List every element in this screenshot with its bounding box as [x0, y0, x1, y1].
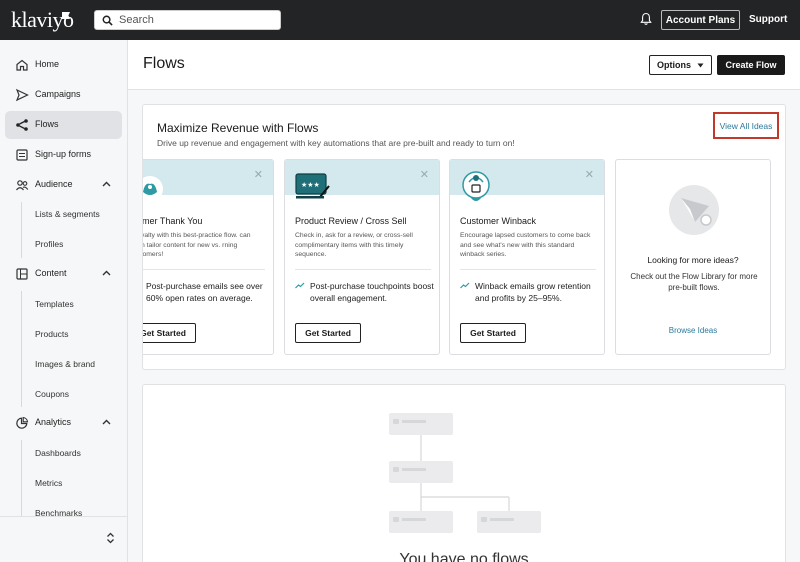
get-started-button[interactable]: Get Started — [460, 323, 526, 343]
sidebar-item-signup-forms[interactable]: Sign-up forms — [5, 141, 122, 169]
get-started-button[interactable]: Get Started — [295, 323, 361, 343]
get-started-button[interactable]: Get Started — [143, 323, 196, 343]
card-divider — [295, 269, 431, 270]
sidebar: Home Campaigns Flows Sign-up forms Audie… — [0, 40, 128, 562]
card-description: Check in, ask for a review, or cross-sel… — [295, 232, 413, 258]
sidebar-subitem-lists-segments[interactable]: Lists & segments — [35, 209, 100, 219]
svg-text:★★★: ★★★ — [301, 181, 320, 189]
view-all-ideas-link[interactable]: View All Ideas — [713, 112, 779, 139]
thank-you-icon — [143, 176, 163, 202]
create-flow-button[interactable]: Create Flow — [717, 55, 785, 75]
ideas-subtitle: Drive up revenue and engagement with key… — [157, 138, 515, 148]
sidebar-item-label: Content — [35, 268, 67, 278]
sidebar-item-label: Analytics — [35, 417, 72, 427]
sidebar-item-flows[interactable]: Flows — [5, 111, 122, 139]
card-title: Customer Winback — [460, 216, 537, 226]
bell-icon[interactable] — [640, 12, 652, 26]
chevron-up-icon[interactable] — [102, 270, 111, 276]
winback-icon — [462, 171, 490, 201]
page-title: Flows — [143, 55, 185, 72]
top-bar: klaviyo Account Plans Support — [0, 0, 800, 40]
more-ideas-description: Check out the Flow Library for more pre-… — [630, 272, 758, 292]
sidebar-item-audience[interactable]: Audience — [5, 171, 122, 199]
card-title: stomer Thank You — [142, 216, 203, 226]
audience-icon — [16, 180, 29, 191]
sidebar-item-content[interactable]: Content — [5, 260, 122, 288]
sidebar-item-campaigns[interactable]: Campaigns — [5, 81, 122, 109]
analytics-icon — [16, 416, 29, 429]
options-label: Options — [657, 60, 691, 70]
trend-up-icon — [460, 282, 470, 289]
ideas-title: Maximize Revenue with Flows — [157, 121, 319, 135]
options-button[interactable]: Options — [649, 55, 712, 75]
trend-up-icon — [295, 282, 305, 289]
page-header: Flows Options Create Flow — [128, 40, 800, 90]
card-stat: Post-purchase touchpoints boost overall … — [310, 281, 434, 303]
close-icon[interactable]: ✕ — [420, 168, 429, 181]
sidebar-item-label: Home — [35, 59, 60, 69]
home-icon — [16, 59, 28, 71]
idea-card-product-review: ★★★ ✕ Product Review / Cross Sell Check … — [284, 159, 440, 355]
sidebar-divider — [0, 516, 127, 517]
sidebar-subitem-templates[interactable]: Templates — [35, 299, 74, 309]
more-ideas-card: Looking for more ideas? Check out the Fl… — [615, 159, 771, 355]
card-description: d loyalty with this best-practice flow. … — [142, 232, 251, 258]
card-divider — [460, 269, 596, 270]
browse-ideas-link[interactable]: Browse Ideas — [616, 326, 770, 335]
caret-down-icon — [697, 63, 704, 67]
sidebar-item-analytics[interactable]: Analytics — [5, 409, 122, 437]
sidebar-subnav-line — [21, 291, 22, 407]
sidebar-subnav-line — [21, 440, 22, 516]
card-stat: Post-purchase emails see over 60% open r… — [146, 281, 263, 303]
chevron-up-icon[interactable] — [102, 181, 111, 187]
sidebar-item-label: Campaigns — [35, 89, 81, 99]
sidebar-subitem-dashboards[interactable]: Dashboards — [35, 448, 81, 458]
search-icon — [102, 15, 113, 26]
idea-card-thank-you: ✕ stomer Thank You d loyalty with this b… — [142, 159, 274, 355]
search-input[interactable] — [119, 12, 274, 28]
sidebar-item-home[interactable]: Home — [5, 51, 122, 79]
card-description: Encourage lapsed customers to come back … — [460, 232, 591, 258]
chevron-up-icon[interactable] — [102, 419, 111, 425]
support-link[interactable]: Support — [749, 14, 787, 25]
close-icon[interactable]: ✕ — [585, 168, 594, 181]
expand-collapse-icon[interactable] — [106, 532, 115, 544]
sidebar-item-label: Audience — [35, 179, 73, 189]
empty-state-panel: You have no flows — [142, 384, 786, 562]
form-icon — [16, 149, 28, 161]
empty-flow-illustration-icon — [389, 413, 541, 533]
ideas-illustration-icon — [669, 185, 719, 235]
sidebar-subitem-products[interactable]: Products — [35, 329, 69, 339]
account-plans-button[interactable]: Account Plans — [661, 10, 740, 30]
card-title: Product Review / Cross Sell — [295, 216, 407, 226]
send-icon — [15, 88, 29, 102]
search-box[interactable] — [94, 10, 281, 30]
sidebar-subitem-profiles[interactable]: Profiles — [35, 239, 63, 249]
sidebar-subitem-coupons[interactable]: Coupons — [35, 389, 69, 399]
content-icon — [16, 268, 28, 280]
sidebar-subitem-images-brand[interactable]: Images & brand — [35, 359, 95, 369]
review-stars-icon: ★★★ — [295, 173, 330, 199]
more-ideas-title: Looking for more ideas? — [647, 255, 739, 265]
card-divider — [143, 269, 265, 270]
sidebar-item-label: Flows — [35, 119, 59, 129]
ideas-panel: Maximize Revenue with Flows Drive up rev… — [142, 104, 786, 370]
sidebar-subitem-metrics[interactable]: Metrics — [35, 478, 62, 488]
close-icon[interactable]: ✕ — [254, 168, 263, 181]
sidebar-item-label: Sign-up forms — [35, 149, 92, 159]
flows-icon — [16, 119, 28, 131]
empty-state-message: You have no flows — [399, 551, 529, 562]
card-stat: Winback emails grow retention and profit… — [475, 281, 591, 303]
idea-card-winback: ✕ Customer Winback Encourage lapsed cust… — [449, 159, 605, 355]
sidebar-subnav-line — [21, 202, 22, 258]
